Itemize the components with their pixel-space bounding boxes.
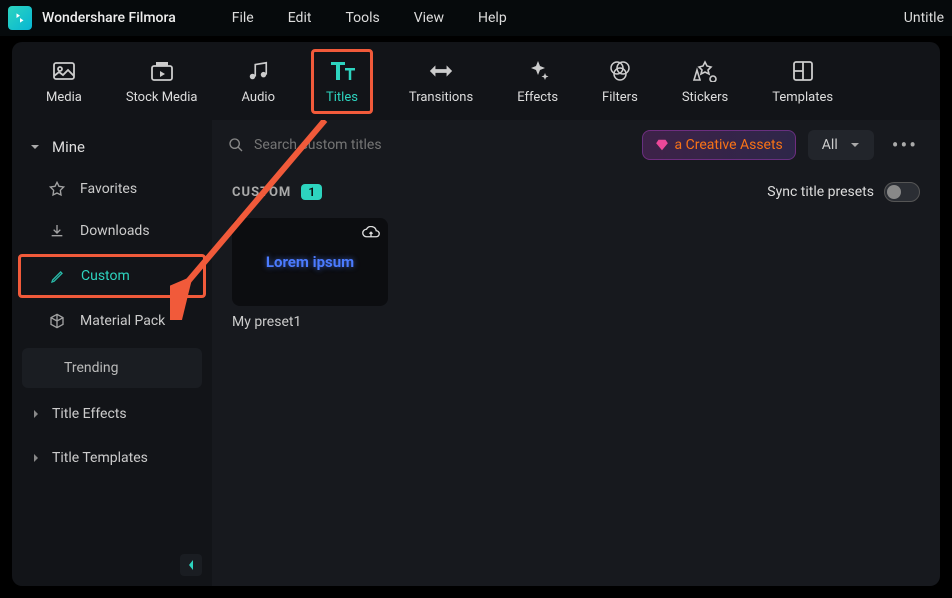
tab-filters-label: Filters (602, 90, 638, 105)
search-icon (228, 137, 244, 153)
main-menu: File Edit Tools View Help (232, 10, 507, 26)
search-input[interactable] (254, 137, 474, 153)
media-icon (51, 58, 77, 84)
more-button[interactable]: ••• (886, 133, 924, 157)
document-title: Untitle (904, 10, 944, 26)
tab-stock-media[interactable]: Stock Media (118, 54, 206, 109)
titles-icon (329, 58, 355, 84)
cloud-upload-icon (362, 226, 380, 240)
tab-audio[interactable]: Audio (234, 54, 283, 109)
title-bar: Wondershare Filmora File Edit Tools View… (0, 0, 952, 36)
content-header: CUSTOM 1 Sync title presets (212, 170, 940, 214)
preset-grid: Lorem ipsum My preset1 (212, 214, 940, 334)
diamond-icon (655, 138, 669, 152)
preset-sample-text: Lorem ipsum (266, 253, 354, 271)
tab-media-label: Media (46, 90, 82, 105)
stickers-icon (692, 58, 718, 84)
transitions-icon (428, 58, 454, 84)
chevron-right-icon (32, 409, 40, 419)
tab-effects-label: Effects (517, 90, 558, 105)
sidebar-collapse-button[interactable] (180, 554, 202, 576)
sidebar: Mine Favorites Downloads Custom Material… (12, 120, 212, 586)
sidebar-section-label: Title Effects (52, 406, 127, 422)
menu-view[interactable]: View (414, 10, 444, 26)
tab-transitions-label: Transitions (409, 90, 473, 105)
tab-transitions[interactable]: Transitions (401, 54, 481, 109)
sidebar-section-title-effects[interactable]: Title Effects (12, 392, 212, 436)
menu-edit[interactable]: Edit (288, 10, 312, 26)
tab-stickers-label: Stickers (682, 90, 728, 105)
app-logo (8, 6, 32, 30)
menu-help[interactable]: Help (478, 10, 507, 26)
search-row: a Creative Assets All ••• (212, 120, 940, 170)
sidebar-header-label: Mine (52, 138, 85, 156)
tab-stock-media-label: Stock Media (126, 90, 198, 105)
menu-file[interactable]: File (232, 10, 254, 26)
filter-dropdown-label: All (822, 137, 838, 153)
stock-media-icon (149, 58, 175, 84)
creative-assets-button[interactable]: a Creative Assets (642, 130, 796, 160)
pencil-icon (49, 267, 67, 285)
sidebar-trending-label: Trending (64, 360, 119, 376)
effects-icon (525, 58, 551, 84)
tab-media[interactable]: Media (38, 54, 90, 109)
download-icon (48, 222, 66, 240)
sidebar-item-label: Favorites (80, 181, 137, 197)
filters-icon (607, 58, 633, 84)
sidebar-section-label: Title Templates (52, 450, 148, 466)
tab-templates-label: Templates (772, 90, 833, 105)
sidebar-item-label: Material Pack (80, 313, 165, 329)
cube-icon (48, 312, 66, 330)
tab-audio-label: Audio (242, 90, 275, 105)
tab-stickers[interactable]: Stickers (674, 54, 736, 109)
tab-titles-label: Titles (326, 90, 358, 105)
main-panel: a Creative Assets All ••• CUSTOM 1 Sync … (212, 120, 940, 586)
sidebar-section-mine[interactable]: Mine (12, 128, 212, 166)
chevron-right-icon (32, 453, 40, 463)
star-icon (48, 180, 66, 198)
sidebar-item-material-pack[interactable]: Material Pack (12, 300, 212, 342)
preset-card[interactable]: Lorem ipsum My preset1 (232, 218, 388, 330)
audio-icon (245, 58, 271, 84)
sidebar-item-downloads[interactable]: Downloads (12, 210, 212, 252)
tab-effects[interactable]: Effects (509, 54, 566, 109)
toolbar: Media Stock Media Audio Titles Transitio… (12, 42, 940, 120)
sidebar-item-label: Downloads (80, 223, 150, 239)
chevron-down-icon (30, 142, 40, 152)
sync-toggle[interactable] (884, 182, 920, 202)
filter-dropdown[interactable]: All (808, 130, 874, 160)
menu-tools[interactable]: Tools (345, 10, 379, 26)
templates-icon (790, 58, 816, 84)
count-badge: 1 (301, 184, 322, 200)
sidebar-item-label: Custom (81, 268, 130, 284)
sidebar-item-favorites[interactable]: Favorites (12, 168, 212, 210)
preset-thumbnail: Lorem ipsum (232, 218, 388, 306)
section-title: CUSTOM (232, 185, 291, 200)
tab-titles[interactable]: Titles (311, 49, 373, 114)
tab-filters[interactable]: Filters (594, 54, 646, 109)
sidebar-item-custom[interactable]: Custom (18, 254, 206, 298)
sidebar-section-title-templates[interactable]: Title Templates (12, 436, 212, 480)
tab-templates[interactable]: Templates (764, 54, 841, 109)
creative-assets-label: a Creative Assets (675, 137, 783, 153)
preset-name: My preset1 (232, 306, 388, 330)
sync-label: Sync title presets (767, 184, 874, 200)
app-title: Wondershare Filmora (42, 10, 176, 26)
chevron-down-icon (850, 141, 860, 149)
sidebar-item-trending[interactable]: Trending (22, 348, 202, 388)
